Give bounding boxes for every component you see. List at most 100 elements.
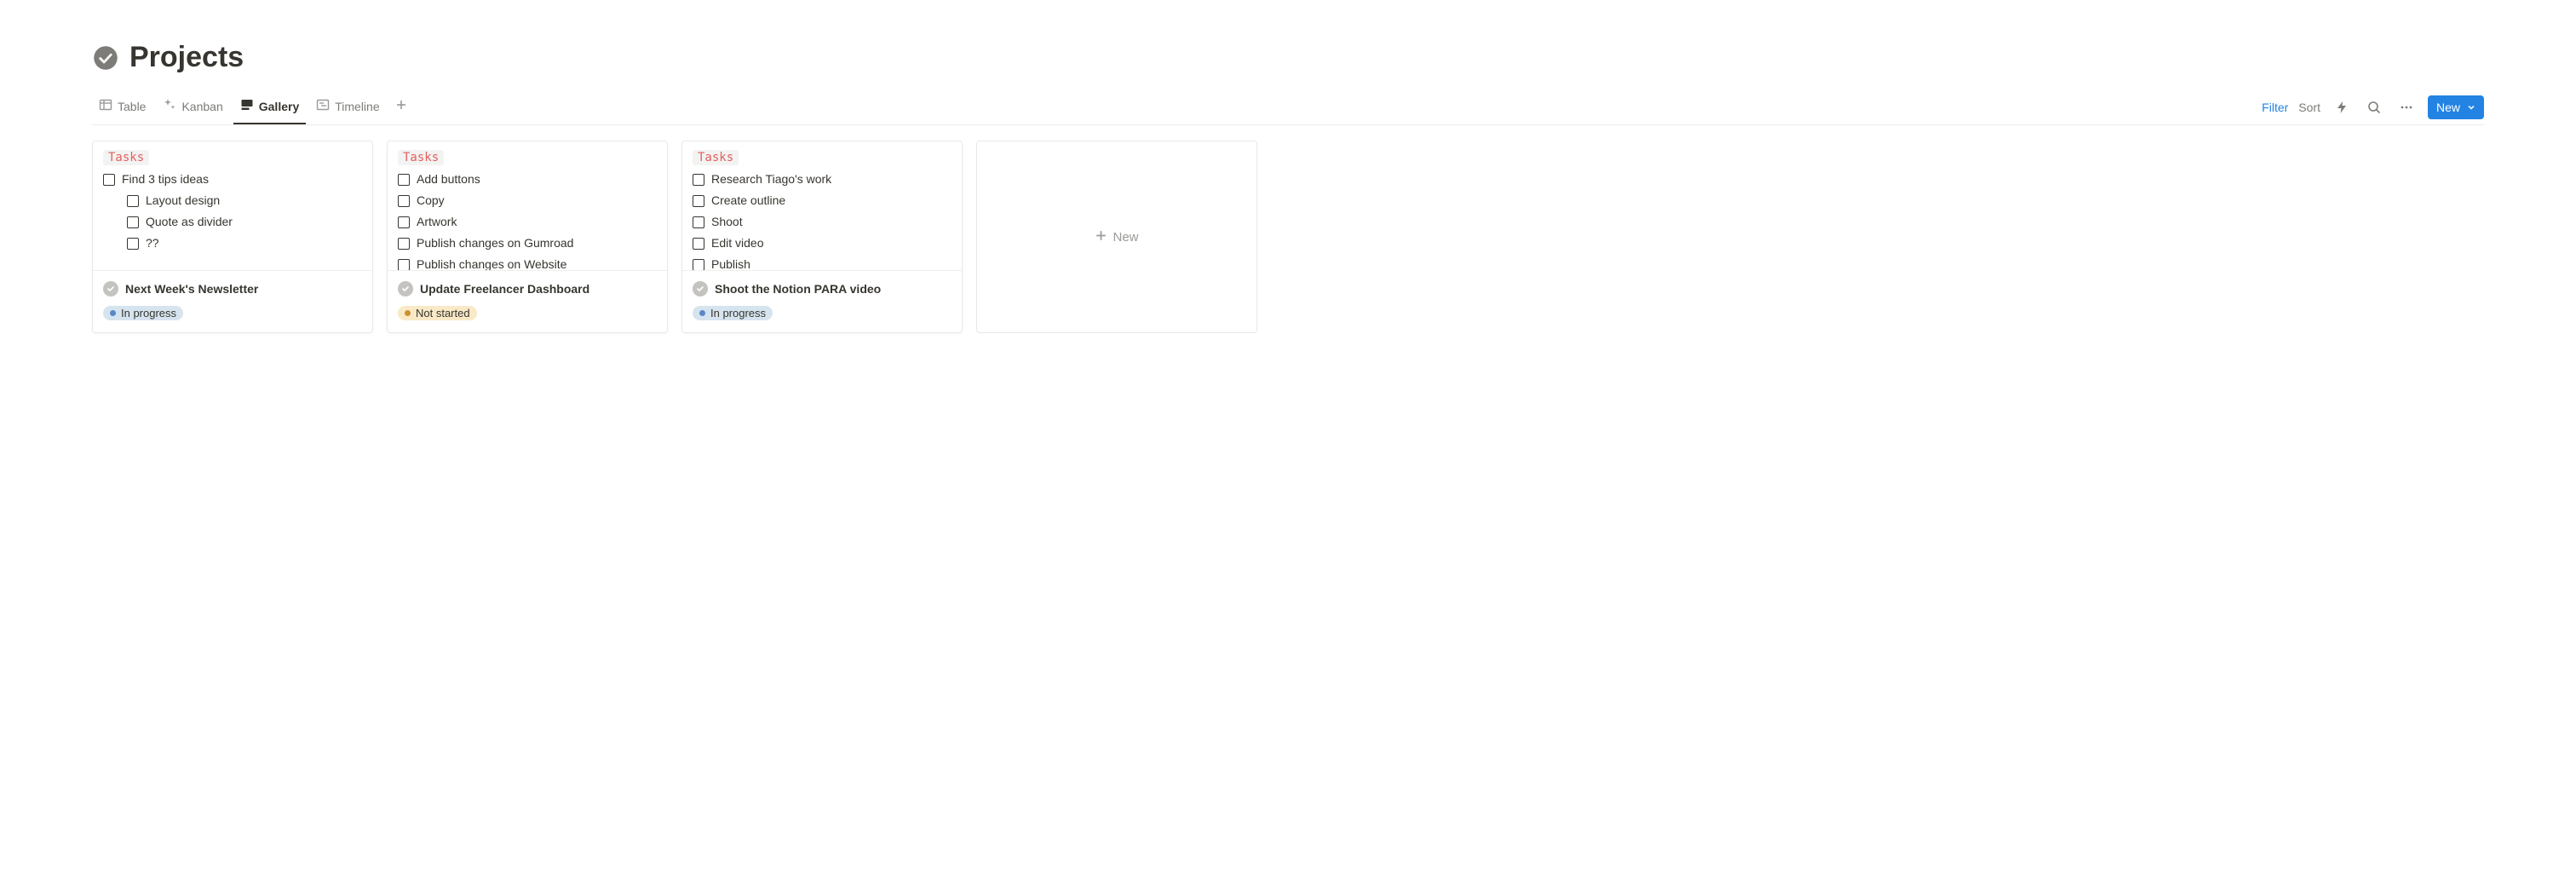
task-label: ?? xyxy=(146,234,159,252)
status-label: In progress xyxy=(710,307,766,320)
plus-icon xyxy=(1095,229,1107,245)
task-item[interactable]: Shoot xyxy=(693,211,952,233)
task-item[interactable]: Edit video xyxy=(693,233,952,254)
more-icon[interactable] xyxy=(2395,96,2418,118)
task-item[interactable]: Layout design xyxy=(103,190,362,211)
card-title: Next Week's Newsletter xyxy=(125,282,258,296)
task-item[interactable]: Publish changes on Gumroad xyxy=(398,233,657,254)
task-label: Layout design xyxy=(146,192,220,210)
task-item[interactable]: Create outline xyxy=(693,190,952,211)
task-label: Research Tiago's work xyxy=(711,170,831,188)
status-dot-icon xyxy=(110,310,116,316)
status-label: In progress xyxy=(121,307,176,320)
task-item[interactable]: ?? xyxy=(103,233,362,254)
view-tab-label: Gallery xyxy=(259,100,299,113)
task-list: Find 3 tips ideas Layout design Quote as d… xyxy=(103,169,362,254)
tasks-heading: Tasks xyxy=(398,150,444,165)
card-footer: Update Freelancer Dashboard Not started xyxy=(388,271,667,332)
card-preview: Tasks Research Tiago's work Create outline… xyxy=(682,141,962,271)
views-bar: Table Kanban Gallery Timeline Filt xyxy=(92,89,2484,125)
status-badge: In progress xyxy=(103,306,183,320)
views-toolbar: Filter Sort New xyxy=(2262,95,2484,119)
checkbox-icon[interactable] xyxy=(127,216,139,228)
page-header: Projects xyxy=(92,41,2484,74)
task-item[interactable]: Quote as divider xyxy=(103,211,362,233)
task-label: Publish changes on Gumroad xyxy=(417,234,573,252)
checkbox-icon[interactable] xyxy=(398,259,410,271)
add-view-button[interactable] xyxy=(390,96,412,118)
task-label: Create outline xyxy=(711,192,785,210)
checkbox-icon[interactable] xyxy=(693,174,704,186)
new-button-label: New xyxy=(2436,101,2460,114)
task-item[interactable]: Publish xyxy=(693,254,952,271)
task-list: Research Tiago's work Create outline Shoot… xyxy=(693,169,952,271)
task-item[interactable]: Find 3 tips ideas xyxy=(103,169,362,190)
table-icon xyxy=(99,98,112,114)
task-label: Edit video xyxy=(711,234,763,252)
tasks-heading: Tasks xyxy=(693,150,739,165)
check-circle-icon xyxy=(693,281,708,297)
timeline-icon xyxy=(316,98,330,114)
card-footer: Shoot the Notion PARA video In progress xyxy=(682,271,962,332)
status-badge: Not started xyxy=(398,306,477,320)
sparkle-icon xyxy=(163,98,176,114)
views-tabs: Table Kanban Gallery Timeline xyxy=(92,89,412,124)
task-item[interactable]: Artwork xyxy=(398,211,657,233)
task-label: Publish changes on Website xyxy=(417,256,566,271)
checkbox-icon[interactable] xyxy=(127,238,139,250)
task-item[interactable]: Publish changes on Website xyxy=(398,254,657,271)
gallery-card[interactable]: Tasks Add buttons Copy Artwork Publish chang… xyxy=(387,141,668,333)
card-title: Update Freelancer Dashboard xyxy=(420,282,589,296)
new-card-label: New xyxy=(1113,230,1138,245)
view-tab-gallery[interactable]: Gallery xyxy=(233,89,306,124)
task-item[interactable]: Add buttons xyxy=(398,169,657,190)
gallery-card[interactable]: Tasks Research Tiago's work Create outline… xyxy=(681,141,963,333)
card-preview: Tasks Find 3 tips ideas Layout design Quote… xyxy=(93,141,372,271)
page-title: Projects xyxy=(129,41,244,74)
task-list: Add buttons Copy Artwork Publish changes on… xyxy=(398,169,657,271)
chevron-down-icon xyxy=(2467,101,2475,114)
card-footer: Next Week's Newsletter In progress xyxy=(93,271,372,332)
task-label: Quote as divider xyxy=(146,213,233,231)
view-tab-table[interactable]: Table xyxy=(92,89,152,124)
view-tab-label: Table xyxy=(118,100,146,113)
checkbox-icon[interactable] xyxy=(693,216,704,228)
task-label: Artwork xyxy=(417,213,457,231)
sort-button[interactable]: Sort xyxy=(2298,101,2320,114)
task-label: Copy xyxy=(417,192,445,210)
card-title-row: Update Freelancer Dashboard xyxy=(398,281,657,297)
gallery-card[interactable]: Tasks Find 3 tips ideas Layout design Quote… xyxy=(92,141,373,333)
card-title: Shoot the Notion PARA video xyxy=(715,282,881,296)
view-tab-label: Kanban xyxy=(181,100,222,113)
tasks-heading: Tasks xyxy=(103,150,149,165)
status-dot-icon xyxy=(405,310,411,316)
new-button[interactable]: New xyxy=(2428,95,2484,119)
check-circle-icon xyxy=(92,44,119,72)
new-card-button[interactable]: New xyxy=(976,141,1257,333)
checkbox-icon[interactable] xyxy=(103,174,115,186)
filter-button[interactable]: Filter xyxy=(2262,101,2288,114)
check-circle-icon xyxy=(103,281,118,297)
checkbox-icon[interactable] xyxy=(693,195,704,207)
task-item[interactable]: Research Tiago's work xyxy=(693,169,952,190)
checkbox-icon[interactable] xyxy=(127,195,139,207)
task-item[interactable]: Copy xyxy=(398,190,657,211)
view-tab-label: Timeline xyxy=(335,100,379,113)
task-label: Find 3 tips ideas xyxy=(122,170,209,188)
checkbox-icon[interactable] xyxy=(398,238,410,250)
task-label: Add buttons xyxy=(417,170,480,188)
view-tab-timeline[interactable]: Timeline xyxy=(309,89,386,124)
view-tab-kanban[interactable]: Kanban xyxy=(156,89,229,124)
checkbox-icon[interactable] xyxy=(693,238,704,250)
checkbox-icon[interactable] xyxy=(398,216,410,228)
checkbox-icon[interactable] xyxy=(398,174,410,186)
plus-icon xyxy=(395,99,407,115)
status-label: Not started xyxy=(416,307,470,320)
search-icon[interactable] xyxy=(2363,96,2385,118)
checkbox-icon[interactable] xyxy=(693,259,704,271)
task-label: Shoot xyxy=(711,213,743,231)
bolt-icon[interactable] xyxy=(2331,96,2353,118)
checkbox-icon[interactable] xyxy=(398,195,410,207)
status-badge: In progress xyxy=(693,306,773,320)
card-preview: Tasks Add buttons Copy Artwork Publish chang… xyxy=(388,141,667,271)
